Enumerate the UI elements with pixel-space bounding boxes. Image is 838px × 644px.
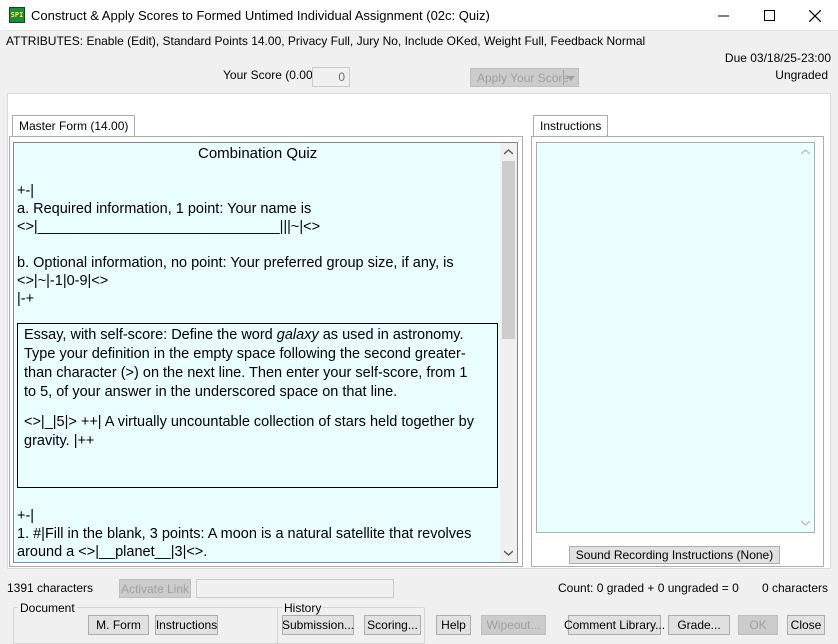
title-bar: SPI Construct & Apply Scores to Formed U… (0, 0, 838, 31)
item-b-field[interactable]: <>|~|-1|0-9|<> (17, 272, 108, 290)
item-a-field[interactable]: <>|______________________________|||~|<> (17, 218, 320, 236)
essay-answer-2[interactable]: gravity. |++ (24, 432, 94, 450)
grade-button[interactable]: Grade... (668, 615, 730, 635)
comment-library-button[interactable]: Comment Library... (564, 615, 665, 635)
editor-scrollbar[interactable] (500, 143, 517, 562)
instructions-button[interactable]: Instructions (155, 615, 218, 635)
item-1-text: 1. #|Fill in the blank, 3 points: A moon… (17, 526, 472, 542)
mform-button[interactable]: M. Form (88, 615, 149, 635)
scroll-up-icon[interactable] (504, 149, 513, 155)
help-button[interactable]: Help (436, 615, 471, 635)
scroll-down-icon[interactable] (801, 520, 810, 526)
split-divider (563, 70, 564, 85)
quiz-title: Combination Quiz (198, 145, 318, 162)
activate-link-button[interactable]: Activate Link (119, 579, 191, 598)
separator-close: |-+ (17, 291, 35, 307)
essay-line-2: Type your definition in the empty space … (24, 346, 466, 362)
instructions-editor[interactable] (536, 142, 815, 533)
essay-prefix: Essay, with self-score: Define the word (24, 327, 277, 343)
maximize-button[interactable] (746, 0, 792, 31)
graded-count: Count: 0 graded + 0 ungraded = 0 (558, 581, 739, 595)
tab-instructions[interactable]: Instructions (533, 115, 609, 136)
scroll-up-icon[interactable] (801, 149, 810, 155)
sound-recording-button[interactable]: Sound Recording Instructions (None) (569, 546, 780, 564)
scroll-thumb[interactable] (502, 161, 515, 339)
minimize-button[interactable] (700, 0, 746, 31)
apply-score-label: Apply Your Score (477, 70, 570, 85)
app-icon: SPI (9, 7, 25, 23)
item-1-cont[interactable]: around a <>|__planet__|3|<>. (17, 543, 207, 561)
ok-button[interactable]: OK (738, 615, 778, 635)
close-icon (809, 9, 821, 22)
left-char-count: 1391 characters (7, 581, 94, 595)
chevron-down-icon[interactable] (567, 76, 575, 81)
essay-word: galaxy (276, 327, 319, 343)
maximize-icon (763, 10, 775, 21)
due-date: Due 03/18/25-23:00 (724, 51, 831, 65)
close-window-button[interactable] (792, 0, 838, 31)
close-button[interactable]: Close (787, 615, 825, 635)
separator-open-2: +-| (17, 508, 35, 524)
history-group-label: History (282, 601, 324, 615)
essay-answer-1[interactable]: <>|_|5|> ++| A virtually uncountable col… (24, 413, 474, 431)
essay-box[interactable]: Essay, with self-score: Define the word … (17, 323, 498, 488)
scoring-button[interactable]: Scoring... (364, 615, 421, 635)
item-b-text: b. Optional information, no point: Your … (17, 255, 454, 271)
essay-rest: as used in astronomy. (318, 327, 464, 343)
essay-line-3: than character (>) on the next line. The… (24, 365, 468, 381)
right-char-count: 0 characters (761, 581, 828, 595)
scroll-down-icon[interactable] (504, 550, 513, 556)
link-input[interactable] (196, 579, 394, 598)
separator-open: +-| (17, 183, 35, 199)
essay-line-4: to 5, of your answer in the underscored … (24, 384, 398, 400)
essay-line-1: Essay, with self-score: Define the word … (24, 326, 464, 344)
apply-score-button[interactable]: Apply Your Score (470, 68, 579, 87)
master-form-editor[interactable]: Combination Quiz +-| a. Required informa… (13, 142, 518, 563)
minimize-icon (717, 15, 729, 17)
attributes-line: ATTRIBUTES: Enable (Edit), Standard Poin… (6, 34, 646, 48)
submission-button[interactable]: Submission... (282, 615, 354, 635)
grade-status: Ungraded (775, 68, 828, 82)
instructions-scrollbar[interactable] (797, 143, 814, 532)
document-group-label: Document (18, 601, 77, 615)
window-title: Construct & Apply Scores to Formed Untim… (31, 8, 490, 23)
tab-master-form[interactable]: Master Form (14.00) (12, 115, 136, 136)
wipeout-button[interactable]: Wipeout... (481, 615, 546, 635)
score-input[interactable]: 0 (312, 67, 350, 87)
item-a-text: a. Required information, 1 point: Your n… (17, 201, 312, 217)
score-label: Your Score (0.00) (223, 68, 317, 82)
